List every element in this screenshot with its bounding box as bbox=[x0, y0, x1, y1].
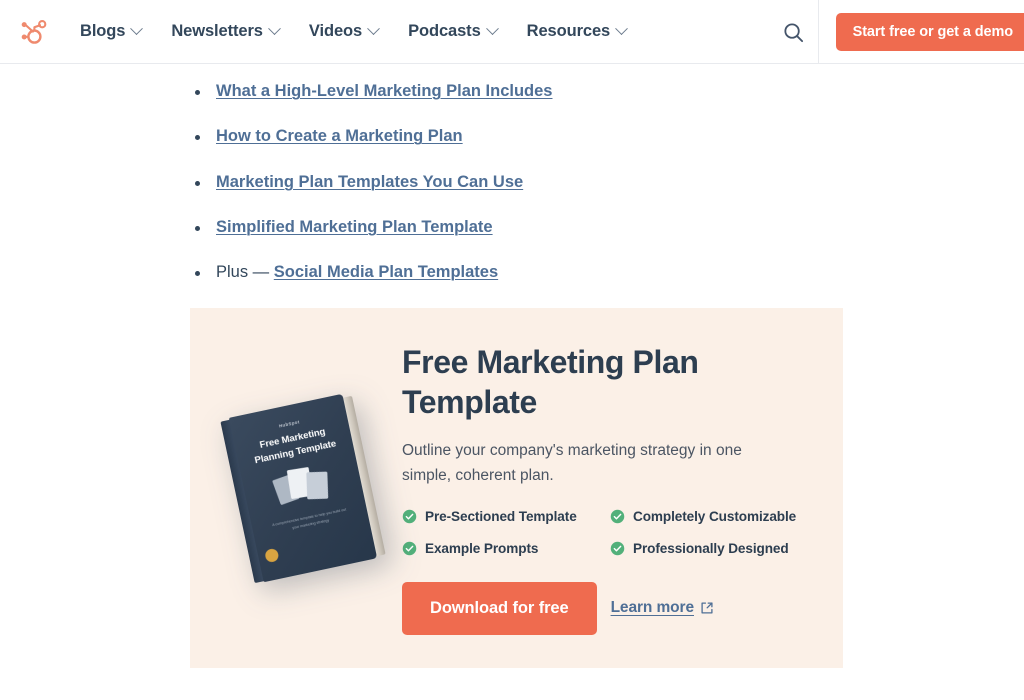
ebook-cover-image: HubSpot Free Marketing Planning Template… bbox=[190, 394, 402, 584]
nav-item-newsletters[interactable]: Newsletters bbox=[171, 22, 281, 41]
marketing-plan-cta-card: HubSpot Free Marketing Planning Template… bbox=[190, 308, 843, 669]
chevron-down-icon bbox=[130, 22, 144, 36]
nav-item-label: Podcasts bbox=[408, 22, 481, 40]
header-actions: Start free or get a demo bbox=[770, 0, 1024, 64]
feature-label: Pre-Sectioned Template bbox=[425, 508, 577, 524]
learn-more-label: Learn more bbox=[610, 599, 695, 617]
site-header: Blogs Newsletters Videos Podcasts Resour… bbox=[0, 0, 1024, 64]
primary-navigation: Blogs Newsletters Videos Podcasts Resour… bbox=[80, 22, 629, 41]
header-divider bbox=[817, 0, 819, 64]
check-circle-icon bbox=[402, 541, 417, 555]
toc-link[interactable]: Marketing Plan Templates You Can Use bbox=[216, 173, 523, 191]
cta-feature-list: Pre-Sectioned Template Completely Custom… bbox=[402, 509, 843, 556]
chevron-down-icon bbox=[615, 22, 629, 36]
external-link-icon bbox=[701, 602, 713, 614]
feature-item: Example Prompts bbox=[402, 541, 610, 556]
nav-item-label: Blogs bbox=[80, 22, 126, 40]
chevron-down-icon bbox=[268, 22, 281, 36]
list-item: Simplified Marketing Plan Template bbox=[190, 218, 1024, 238]
document-shape bbox=[306, 472, 329, 501]
nav-item-label: Newsletters bbox=[171, 22, 263, 40]
feature-item: Completely Customizable bbox=[610, 509, 843, 524]
learn-more-link[interactable]: Learn more bbox=[611, 599, 714, 617]
check-circle-icon bbox=[402, 509, 417, 523]
list-item: Marketing Plan Templates You Can Use bbox=[190, 173, 1024, 193]
list-item: Plus — Social Media Plan Templates bbox=[190, 263, 1024, 283]
feature-label: Professionally Designed bbox=[633, 540, 789, 556]
list-item: What a High-Level Marketing Plan Include… bbox=[190, 82, 1024, 102]
cta-content: Free Marketing Plan Template Outline you… bbox=[402, 342, 843, 635]
nav-item-label: Videos bbox=[308, 22, 363, 40]
chevron-down-icon bbox=[367, 22, 380, 36]
toc-item-prefix: Plus — bbox=[216, 263, 274, 282]
toc-link[interactable]: Social Media Plan Templates bbox=[274, 263, 498, 281]
chevron-down-icon bbox=[485, 22, 499, 36]
book-badge-icon bbox=[264, 548, 280, 564]
cta-actions: Download for free Learn more bbox=[402, 581, 843, 635]
toc-link[interactable]: What a High-Level Marketing Plan Include… bbox=[216, 82, 552, 100]
page-content: What a High-Level Marketing Plan Include… bbox=[0, 64, 1024, 669]
toc-link[interactable]: How to Create a Marketing Plan bbox=[216, 127, 463, 145]
book-3d: HubSpot Free Marketing Planning Template… bbox=[220, 394, 386, 584]
nav-item-resources[interactable]: Resources bbox=[526, 22, 629, 41]
feature-label: Completely Customizable bbox=[633, 508, 797, 524]
cta-title: Free Marketing Plan Template bbox=[402, 344, 699, 421]
nav-item-label: Resources bbox=[526, 22, 611, 40]
feature-label: Example Prompts bbox=[425, 540, 539, 556]
table-of-contents-list: What a High-Level Marketing Plan Include… bbox=[190, 82, 1024, 283]
feature-item: Pre-Sectioned Template bbox=[402, 509, 610, 524]
feature-item: Professionally Designed bbox=[610, 541, 843, 556]
nav-item-podcasts[interactable]: Podcasts bbox=[408, 22, 499, 41]
search-icon[interactable] bbox=[770, 0, 818, 64]
cta-description: Outline your company's marketing strateg… bbox=[402, 442, 742, 485]
check-circle-icon bbox=[610, 541, 625, 555]
download-for-free-button[interactable]: Download for free bbox=[402, 581, 597, 635]
start-free-demo-button[interactable]: Start free or get a demo bbox=[835, 13, 1024, 51]
toc-link[interactable]: Simplified Marketing Plan Template bbox=[216, 218, 493, 236]
nav-item-blogs[interactable]: Blogs bbox=[80, 22, 144, 41]
nav-item-videos[interactable]: Videos bbox=[308, 22, 380, 41]
hubspot-sprocket-logo[interactable] bbox=[14, 12, 54, 52]
check-circle-icon bbox=[610, 509, 625, 523]
book-cover-artwork bbox=[270, 462, 335, 513]
list-item: How to Create a Marketing Plan bbox=[190, 127, 1024, 147]
